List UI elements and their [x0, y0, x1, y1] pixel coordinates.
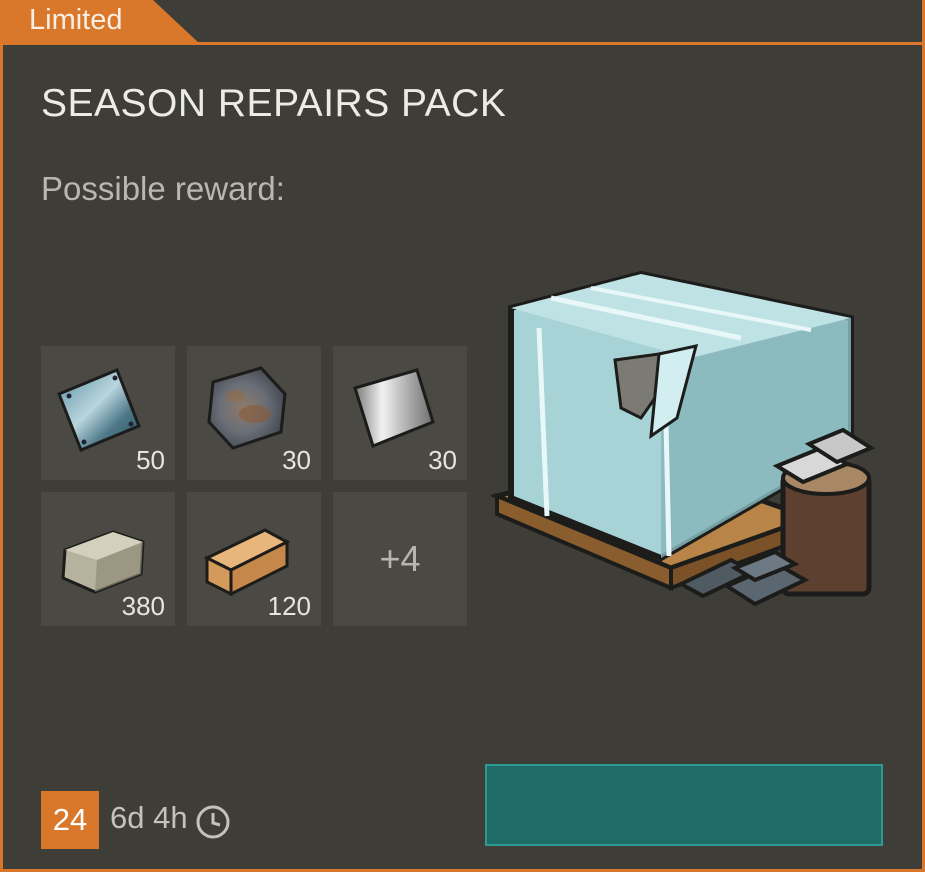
reward-qty: 50 [136, 445, 165, 475]
reward-item-metal-sheet[interactable]: 50 [41, 346, 175, 480]
reward-item-wood[interactable]: 120 [187, 492, 321, 626]
wood-plank-icon [203, 528, 291, 597]
metal-sheet-icon [57, 368, 141, 452]
steel-sheet-icon [353, 368, 435, 448]
level-badge: 24 [41, 791, 99, 849]
reward-item-stone[interactable]: 380 [41, 492, 175, 626]
limited-tag-label: Limited [29, 4, 123, 36]
reward-qty: 120 [267, 591, 311, 621]
supply-crate-icon [491, 270, 876, 607]
limited-tag: Limited [3, 0, 201, 45]
reward-item-steel-sheet[interactable]: 30 [333, 346, 467, 480]
pack-title: SEASON REPAIRS PACK [41, 82, 507, 125]
reward-qty: 30 [428, 445, 457, 475]
more-rewards-count: +4 [379, 538, 421, 579]
rusty-metal-plate-icon [207, 366, 287, 450]
reward-qty: 380 [121, 591, 165, 621]
reward-item-rusty-plate[interactable]: 30 [187, 346, 321, 480]
clock-icon [196, 805, 230, 839]
pack-card[interactable]: Limited SEASON REPAIRS PACK Possible rew… [0, 0, 925, 872]
reward-qty: 30 [282, 445, 311, 475]
reward-subtitle: Possible reward: [41, 170, 285, 207]
reward-grid: 50 30 30 380 120 +4 [41, 346, 469, 628]
buy-button[interactable] [485, 764, 883, 846]
time-left: 6d 4h [110, 800, 188, 835]
stone-block-icon [61, 530, 145, 594]
reward-item-more[interactable]: +4 [333, 492, 467, 626]
